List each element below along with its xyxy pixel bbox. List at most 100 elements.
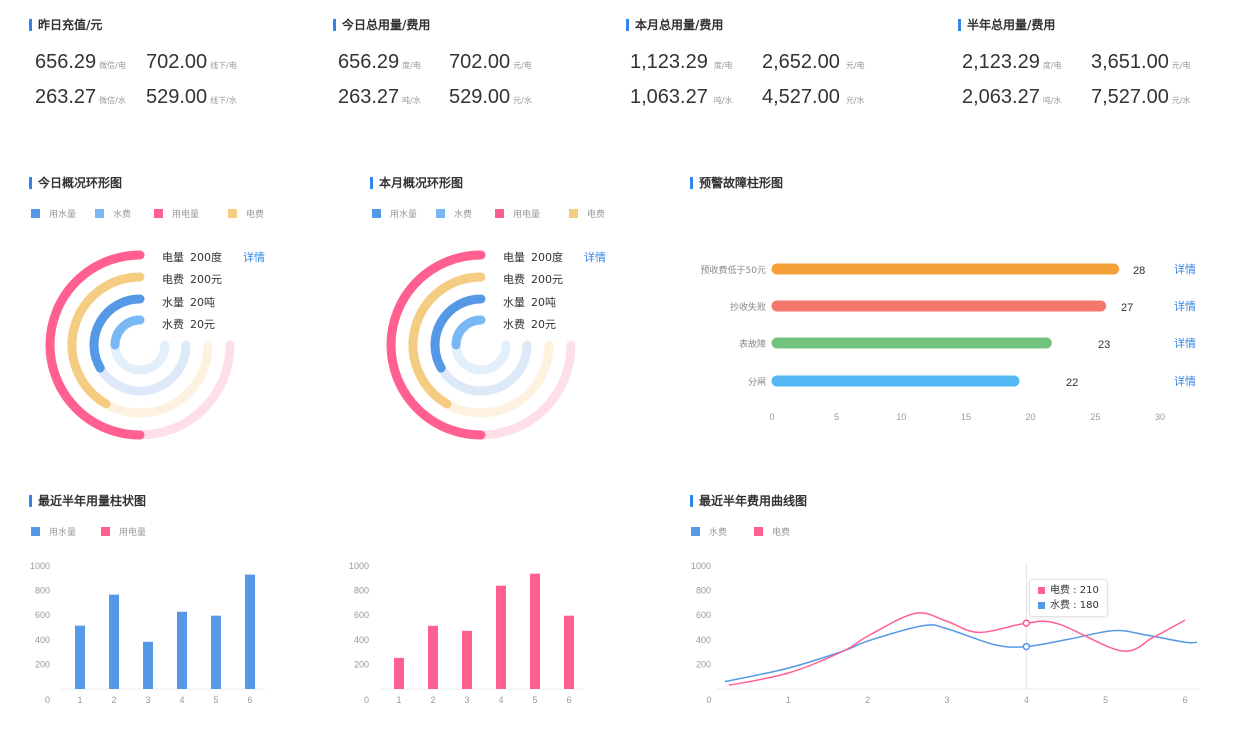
ring-label-water-fee: 水费 20元 bbox=[162, 316, 222, 332]
bar[interactable] bbox=[211, 615, 221, 689]
point-elec-fee[interactable] bbox=[1022, 619, 1031, 627]
ring-label-elec-usage: 电量 200度 bbox=[503, 249, 563, 271]
legend-swatch bbox=[495, 209, 504, 218]
ring-arc-water-fee[interactable] bbox=[110, 315, 145, 350]
legend-item-elec-usage[interactable]: 用电量 bbox=[154, 207, 228, 220]
bar[interactable] bbox=[177, 611, 187, 689]
kpi-unit: 元/电 bbox=[513, 61, 532, 70]
x-tick-label: 2 bbox=[111, 695, 116, 705]
bar[interactable] bbox=[109, 594, 119, 689]
legend-label: 用水量 bbox=[49, 210, 77, 220]
kpi-value: 2,652.00 bbox=[762, 51, 840, 73]
ring-chart-today-title-wrap: 今日概况环形图 bbox=[29, 177, 122, 189]
kpi-unit: 度/电 bbox=[402, 61, 421, 70]
kpi-values-half-year: 2,123.29 度/电 3,651.00 元/电 2,063.27 吨/水 7,52… bbox=[962, 51, 1242, 110]
kpi-value: 1,063.27 bbox=[630, 86, 708, 108]
ring-today-detail-link[interactable]: 详情 bbox=[243, 249, 265, 265]
kpi-title: 今日总用量/费用 bbox=[333, 19, 430, 31]
x-tick-label: 6 bbox=[566, 695, 571, 705]
fault-detail-link[interactable]: 详情 bbox=[1174, 299, 1196, 313]
x-tick-label: 4 bbox=[498, 695, 503, 705]
line-elec-fee[interactable] bbox=[728, 612, 1186, 687]
bar[interactable] bbox=[462, 630, 472, 689]
point-water-fee[interactable] bbox=[1022, 642, 1031, 651]
water-usage-bar-chart: 0 200 400 600 800 1000 1 2 3 4 5 6 bbox=[30, 561, 265, 705]
bar[interactable] bbox=[75, 625, 85, 689]
bar[interactable] bbox=[496, 585, 506, 689]
legend-item-elec-usage[interactable]: 用电量 bbox=[101, 525, 146, 538]
x-tick-label: 5 bbox=[213, 695, 218, 705]
y-tick-label: 200 bbox=[696, 659, 711, 669]
usage-chart-title-wrap: 最近半年用量柱状图 bbox=[29, 495, 146, 507]
fee-line-chart[interactable]: 200 400 600 800 1000 0 1 2 3 4 5 6 bbox=[680, 555, 1220, 715]
ring-label-name: 电量 bbox=[503, 251, 525, 264]
line-water-fee[interactable] bbox=[724, 624, 1197, 683]
legend-swatch bbox=[95, 209, 104, 218]
fault-detail-link[interactable]: 详情 bbox=[1174, 374, 1196, 388]
ring-arc-water-fee[interactable] bbox=[451, 315, 486, 350]
ring-label-water-usage: 水量 20吨 bbox=[503, 294, 563, 316]
kpi-unit: 度/电 bbox=[713, 61, 733, 70]
fault-category-label: 表故障 bbox=[739, 338, 766, 350]
legend-label: 用水量 bbox=[390, 210, 418, 220]
x-tick-label: 4 bbox=[179, 695, 184, 705]
tooltip-swatch bbox=[1038, 602, 1045, 609]
x-tick-label: 1 bbox=[396, 695, 401, 705]
kpi-unit: 线下/水 bbox=[210, 96, 237, 105]
kpi-card-today-total: 今日总用量/费用 bbox=[333, 19, 430, 31]
bar[interactable] bbox=[143, 641, 153, 689]
kpi-unit: 微信/电 bbox=[99, 61, 126, 70]
x-tick-label: 25 bbox=[1090, 412, 1100, 422]
x-tick-label: 4 bbox=[1024, 695, 1029, 705]
fault-detail-link[interactable]: 详情 bbox=[1174, 336, 1196, 350]
legend-label: 水费 bbox=[709, 528, 728, 538]
bar[interactable] bbox=[564, 615, 574, 689]
ring-label-value: 200元 bbox=[190, 273, 222, 286]
fee-chart-tooltip: 电费 : 210 水费 : 180 bbox=[1029, 579, 1108, 617]
x-tick-label: 1 bbox=[77, 695, 82, 705]
legend-label: 电费 bbox=[772, 528, 791, 538]
fee-chart-legend: 水费 电费 bbox=[691, 525, 790, 538]
legend-swatch bbox=[436, 209, 445, 218]
bar[interactable] bbox=[245, 574, 255, 689]
kpi-unit: 元/电 bbox=[845, 61, 865, 70]
bar[interactable] bbox=[428, 625, 438, 689]
x-tick-label: 5 bbox=[834, 412, 839, 422]
fault-value-label: 23 bbox=[1098, 339, 1110, 351]
legend-item-water-usage[interactable]: 用水量 bbox=[31, 207, 95, 220]
ring-labels-today: 电量 200度 电费 200元 水量 20吨 水费 20元 bbox=[162, 249, 222, 332]
section-title: 最近半年费用曲线图 bbox=[690, 495, 807, 507]
legend-item-water-fee[interactable]: 水费 bbox=[436, 207, 495, 220]
ring-label-value: 20元 bbox=[190, 318, 215, 331]
ring-label-elec-usage: 电量 200度 bbox=[162, 249, 222, 271]
ring-label-water-fee: 水费 20元 bbox=[503, 316, 563, 332]
tooltip-row-elec-fee: 电费 : 210 bbox=[1038, 583, 1099, 598]
x-tick-label: 15 bbox=[961, 412, 971, 422]
tooltip-name: 电费 bbox=[1050, 585, 1070, 596]
x-tick-label: 30 bbox=[1155, 412, 1165, 422]
section-title: 预警故障柱形图 bbox=[690, 177, 783, 189]
x-tick-label: 6 bbox=[247, 695, 252, 705]
kpi-value: 1,123.29 bbox=[630, 51, 708, 73]
bar[interactable] bbox=[530, 573, 540, 689]
kpi-title: 昨日充值/元 bbox=[29, 19, 102, 31]
ring-month-detail-link[interactable]: 详情 bbox=[584, 249, 606, 265]
fault-category-label: 抄收失败 bbox=[730, 301, 766, 313]
kpi-unit: 线下/电 bbox=[210, 61, 237, 70]
legend-item-elec-fee[interactable]: 电费 bbox=[569, 207, 605, 220]
kpi-unit: 元/水 bbox=[845, 96, 865, 105]
legend-item-elec-usage[interactable]: 用电量 bbox=[495, 207, 569, 220]
legend-item-elec-fee[interactable]: 电费 bbox=[228, 207, 264, 220]
legend-item-water-usage[interactable]: 用水量 bbox=[372, 207, 436, 220]
x-tick-label: 2 bbox=[865, 695, 870, 705]
legend-item-water-fee[interactable]: 水费 bbox=[691, 525, 754, 538]
tooltip-name: 水费 bbox=[1050, 600, 1070, 611]
tooltip-row-water-fee: 水费 : 180 bbox=[1038, 598, 1099, 613]
kpi-value: 7,527.00 bbox=[1091, 86, 1169, 108]
bar[interactable] bbox=[394, 657, 404, 689]
legend-swatch bbox=[101, 527, 110, 536]
legend-item-water-usage[interactable]: 用水量 bbox=[31, 525, 101, 538]
legend-item-elec-fee[interactable]: 电费 bbox=[754, 525, 790, 538]
fault-detail-link[interactable]: 详情 bbox=[1174, 262, 1196, 276]
legend-item-water-fee[interactable]: 水费 bbox=[95, 207, 154, 220]
